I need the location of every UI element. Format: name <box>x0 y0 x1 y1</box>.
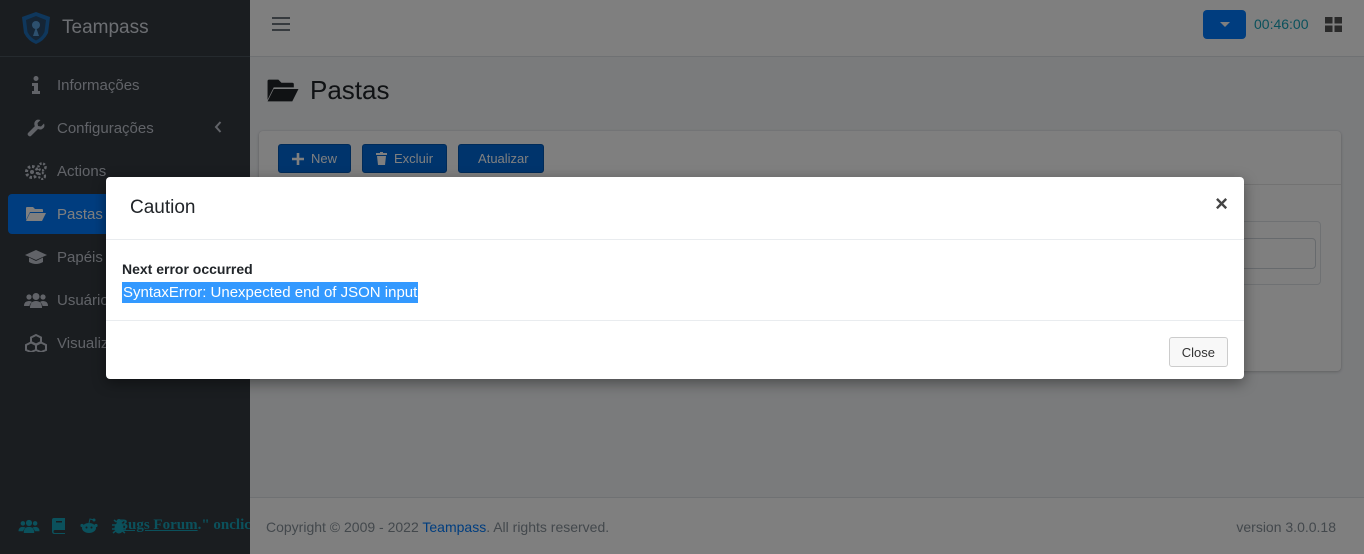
dialog-footer: Close <box>106 321 1244 379</box>
close-button[interactable]: Close <box>1168 337 1228 367</box>
dialog-title: Caution <box>130 197 196 218</box>
dialog-body: Next error occurred SyntaxError: Unexpec… <box>106 240 1244 321</box>
dialog-header: Caution × <box>106 177 1244 240</box>
close-icon[interactable]: × <box>1215 193 1228 215</box>
caution-dialog: Caution × Next error occurred SyntaxErro… <box>106 177 1244 379</box>
error-heading: Next error occurred <box>122 261 253 277</box>
error-message: SyntaxError: Unexpected end of JSON inpu… <box>122 282 419 303</box>
